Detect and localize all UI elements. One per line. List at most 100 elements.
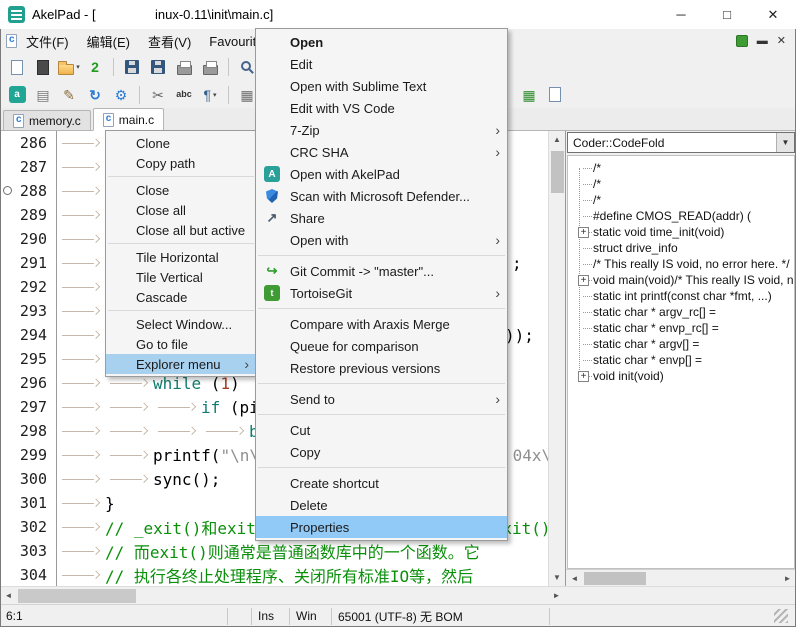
- menu-item-copy-path[interactable]: Copy path: [106, 153, 256, 173]
- cut-lines-button[interactable]: ✂: [146, 83, 170, 107]
- dropdown-arrow-icon: ▾: [213, 91, 217, 99]
- scripts-gear-button[interactable]: ⚙: [109, 83, 133, 107]
- menu-separator: [258, 255, 505, 256]
- menu-item-go-to-file[interactable]: Go to file: [106, 334, 256, 354]
- menu-item-close-all[interactable]: Close all: [106, 200, 256, 220]
- tree-item[interactable]: static char * argv[] =: [572, 336, 794, 352]
- menubar-item-edit[interactable]: 编辑(E): [78, 29, 139, 54]
- bookmark-icon: [3, 186, 12, 195]
- reopen-file-button[interactable]: 2: [83, 55, 107, 79]
- expand-plus-icon[interactable]: +: [578, 227, 589, 238]
- plugin-manager-button[interactable]: [5, 83, 29, 107]
- tree-item[interactable]: static char * envp[] =: [572, 352, 794, 368]
- menu-item-share[interactable]: Share: [256, 207, 507, 229]
- menu-item-cut[interactable]: Cut: [256, 419, 507, 441]
- scroll-up-icon[interactable]: ▲: [549, 131, 566, 148]
- tree-item[interactable]: /* This really IS void, no error here. *…: [572, 256, 794, 272]
- expand-plus-icon[interactable]: +: [578, 275, 589, 286]
- tree-item[interactable]: static int printf(const char *fmt, ...): [572, 288, 794, 304]
- menu-item-create-shortcut[interactable]: Create shortcut: [256, 472, 507, 494]
- menu-item-clone[interactable]: Clone: [106, 133, 256, 153]
- scroll-down-icon[interactable]: ▼: [549, 569, 566, 586]
- menubar-item-file[interactable]: 文件(F): [17, 29, 78, 54]
- vertical-scroll-thumb[interactable]: [551, 151, 564, 193]
- scroll-left-icon[interactable]: ◄: [0, 591, 17, 600]
- tree-item[interactable]: static char * argv_rc[] =: [572, 304, 794, 320]
- menu-item-tile-horizontal[interactable]: Tile Horizontal: [106, 247, 256, 267]
- keyboard-button[interactable]: ▤: [31, 83, 55, 107]
- spellcheck-button[interactable]: abc: [172, 83, 196, 107]
- menubar-item-view[interactable]: 查看(V): [139, 29, 200, 54]
- refresh-button[interactable]: ↻: [83, 83, 107, 107]
- blank-page-button[interactable]: [543, 83, 567, 107]
- menu-item-open[interactable]: Open: [256, 31, 507, 53]
- tree-item[interactable]: /*: [572, 192, 794, 208]
- menu-item-close-all-but-active[interactable]: Close all but active: [106, 220, 256, 240]
- code-text: }: [57, 491, 115, 515]
- tree-item[interactable]: struct drive_info: [572, 240, 794, 256]
- scroll-left-icon[interactable]: ◄: [566, 574, 583, 583]
- menu-item-delete[interactable]: Delete: [256, 494, 507, 516]
- print-preview-button[interactable]: [198, 55, 222, 79]
- menu-item-tortoisegit[interactable]: TortoiseGit›: [256, 282, 507, 304]
- menu-item-explorer-menu[interactable]: Explorer menu›: [106, 354, 256, 374]
- submenu-arrow-icon: ›: [495, 145, 500, 159]
- tree-item[interactable]: /*: [572, 160, 794, 176]
- expand-plus-icon[interactable]: +: [578, 371, 589, 382]
- tree-item[interactable]: +static void time_init(void): [572, 224, 794, 240]
- menu-item-copy[interactable]: Copy: [256, 441, 507, 463]
- menu-item-close[interactable]: Close: [106, 180, 256, 200]
- menu-item-crc-sha[interactable]: CRC SHA›: [256, 141, 507, 163]
- new-window-button[interactable]: [31, 55, 55, 79]
- tree-item[interactable]: +void init(void): [572, 368, 794, 384]
- menu-item-open-with-sublime-text[interactable]: Open with Sublime Text: [256, 75, 507, 97]
- horizontal-scroll-track[interactable]: [17, 587, 548, 604]
- maximize-button[interactable]: □: [704, 0, 750, 29]
- code-line[interactable]: 304// 执行各终止处理程序、关闭所有标准IO等，然后: [0, 563, 548, 586]
- save-file-button[interactable]: [120, 55, 144, 79]
- menu-item-restore-previous-versions[interactable]: Restore previous versions: [256, 357, 507, 379]
- tree-item[interactable]: /*: [572, 176, 794, 192]
- close-button[interactable]: ✕: [750, 0, 796, 29]
- menu-item-scan-with-microsoft-defender[interactable]: Scan with Microsoft Defender...: [256, 185, 507, 207]
- menu-item-queue-for-comparison[interactable]: Queue for comparison: [256, 335, 507, 357]
- menu-item-cascade[interactable]: Cascade: [106, 287, 256, 307]
- mdi-document-icon[interactable]: [736, 35, 748, 47]
- menu-item-open-with-akelpad[interactable]: Open with AkelPad: [256, 163, 507, 185]
- panel-scroll-thumb[interactable]: [584, 572, 646, 585]
- open-file-button[interactable]: ▾: [57, 55, 81, 79]
- explorer-context-menu: OpenEditOpen with Sublime TextEdit with …: [255, 28, 508, 541]
- code-line[interactable]: 303// 而exit()则通常是普通函数库中的一个函数。它: [0, 539, 548, 563]
- resize-grip-icon[interactable]: [774, 609, 788, 623]
- menu-item-edit[interactable]: Edit: [256, 53, 507, 75]
- menu-item-tile-vertical[interactable]: Tile Vertical: [106, 267, 256, 287]
- minimize-button[interactable]: ─: [658, 0, 704, 29]
- mdi-close-icon[interactable]: ✕: [777, 36, 786, 47]
- tab-memory-c[interactable]: memory.c: [3, 110, 91, 130]
- codefold-plugin-selector[interactable]: Coder::CodeFold ▼: [567, 132, 795, 153]
- print-button[interactable]: [172, 55, 196, 79]
- scroll-right-icon[interactable]: ►: [548, 591, 565, 600]
- menu-item-properties[interactable]: Properties: [256, 516, 507, 538]
- menu-item-open-with[interactable]: Open with›: [256, 229, 507, 251]
- mdi-minimize-icon[interactable]: ▬: [757, 36, 768, 47]
- tree-item[interactable]: static char * envp_rc[] =: [572, 320, 794, 336]
- tree-item[interactable]: +void main(void)/* This really IS void, …: [572, 272, 794, 288]
- menu-item-git-commit-master[interactable]: Git Commit -> "master"...: [256, 260, 507, 282]
- tab-main-c[interactable]: main.c: [93, 108, 164, 131]
- menu-item-send-to[interactable]: Send to›: [256, 388, 507, 410]
- combo-dropdown-button[interactable]: ▼: [776, 133, 794, 152]
- menu-item-edit-with-vs-code[interactable]: Edit with VS Code: [256, 97, 507, 119]
- save-all-button[interactable]: [146, 55, 170, 79]
- horizontal-scroll-thumb[interactable]: [18, 589, 136, 603]
- tree-item[interactable]: #define CMOS_READ(addr) (: [572, 208, 794, 224]
- edit-mode-button[interactable]: ✎: [57, 83, 81, 107]
- menu-item-7-zip[interactable]: 7-Zip›: [256, 119, 507, 141]
- show-invisibles-button[interactable]: ¶▾: [198, 83, 222, 107]
- menu-item-select-window[interactable]: Select Window...: [106, 314, 256, 334]
- new-file-button[interactable]: [5, 55, 29, 79]
- panel-scroll-track[interactable]: [583, 570, 779, 587]
- menu-item-compare-with-araxis-merge[interactable]: Compare with Araxis Merge: [256, 313, 507, 335]
- snippets-button[interactable]: ▦: [517, 83, 541, 107]
- scroll-right-icon[interactable]: ►: [779, 574, 796, 583]
